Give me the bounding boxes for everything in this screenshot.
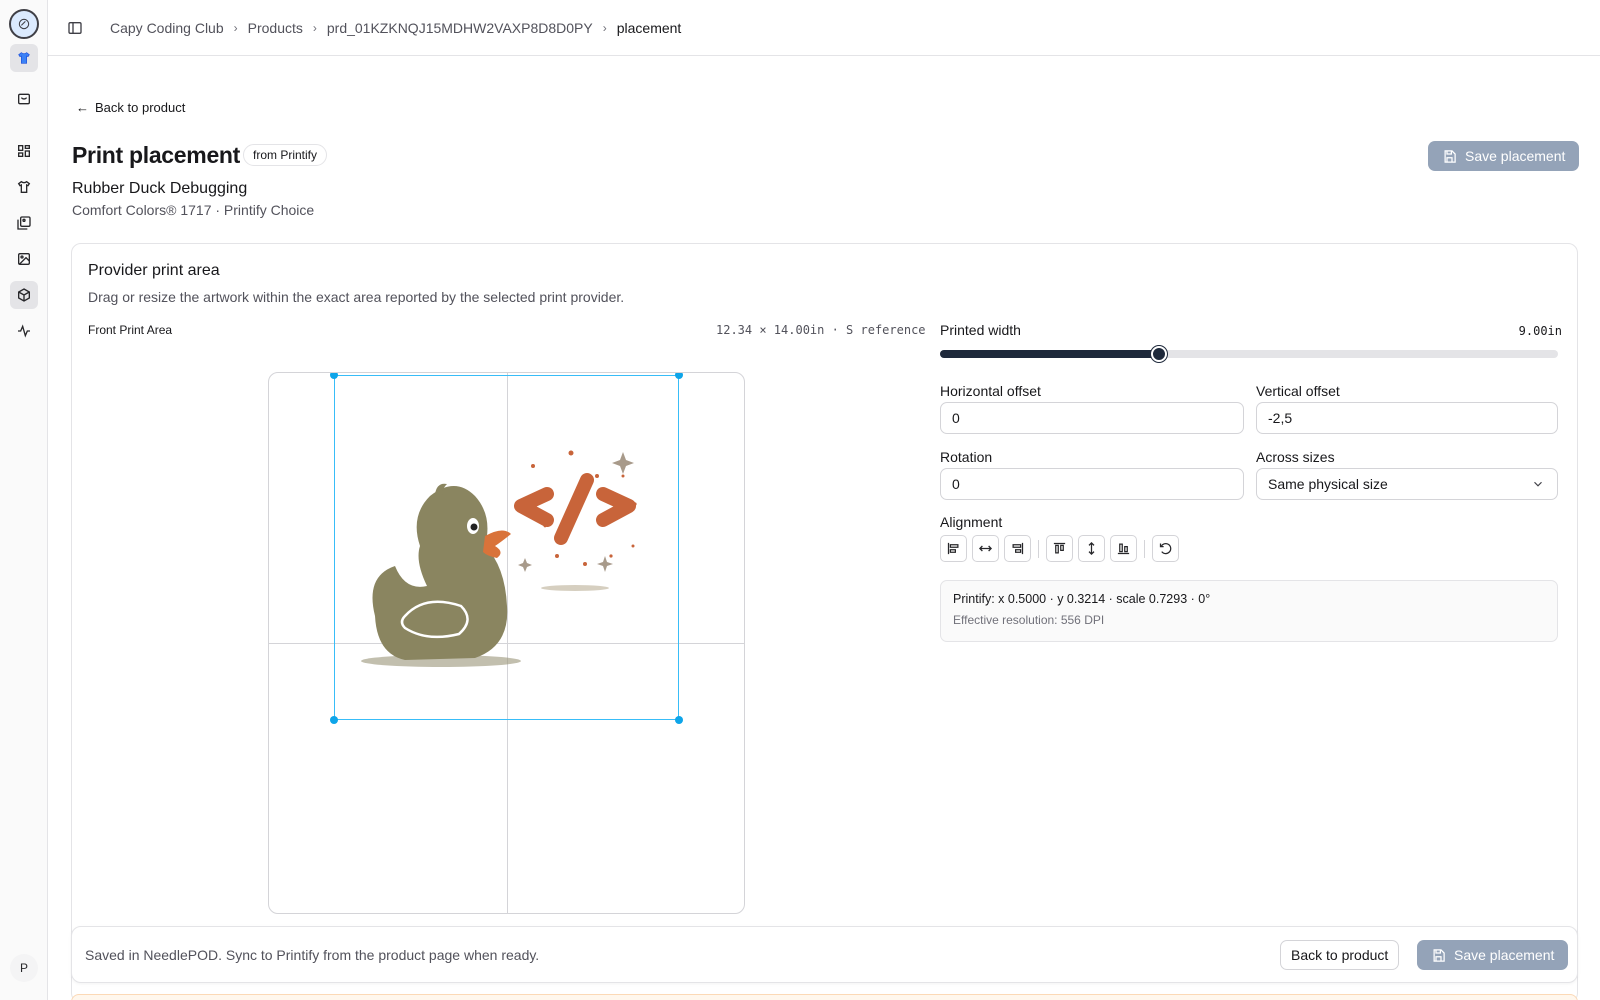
slider-thumb[interactable] (1151, 346, 1167, 362)
warning-banner (71, 994, 1578, 1000)
product-subtitle: Comfort Colors® 1717 · Printify Choice (72, 202, 315, 218)
back-to-product-button[interactable]: Back to product (1280, 940, 1400, 970)
print-area-label: Front Print Area (88, 323, 173, 337)
align-left-icon (947, 542, 959, 555)
card-description: Drag or resize the artwork within the ex… (88, 289, 625, 305)
product-name: Rubber Duck Debugging (72, 180, 248, 197)
align-bottom-button[interactable] (1110, 535, 1137, 562)
printify-coordinates: Printify: x 0.5000 · y 0.3214 · scale 0.… (953, 592, 1211, 606)
align-right-button[interactable] (1004, 535, 1031, 562)
align-bottom-icon (1117, 543, 1130, 555)
app-rail: P (0, 0, 48, 1000)
resize-handle-top-right[interactable] (675, 373, 683, 379)
resize-handle-bottom-left[interactable] (330, 716, 338, 724)
back-to-product-link[interactable]: ← Back to product (76, 100, 185, 115)
breadcrumb: Capy Coding Club › Products › prd_01KZKN… (110, 20, 681, 36)
printed-width-label: Printed width (940, 322, 1021, 338)
save-placement-footer-button[interactable]: Save placement (1417, 940, 1569, 970)
breadcrumb-products[interactable]: Products (248, 20, 303, 36)
alignment-toolbar (940, 535, 1179, 562)
save-placement-footer-label: Save placement (1454, 947, 1555, 963)
align-left-button[interactable] (940, 535, 967, 562)
printed-width-slider[interactable] (940, 346, 1558, 362)
chevron-down-icon (1534, 481, 1542, 487)
dashboard-icon[interactable] (10, 137, 38, 165)
printify-info-box: Printify: x 0.5000 · y 0.3214 · scale 0.… (940, 580, 1558, 642)
breadcrumb-current: placement (616, 19, 682, 36)
center-horizontal-button[interactable] (972, 535, 999, 562)
align-right-icon (1012, 542, 1024, 555)
breadcrumb-product-id[interactable]: prd_01KZKNQJ15MDHW2VAXP8D8D0PY (327, 20, 593, 36)
across-sizes-select[interactable]: Same physical size (1256, 468, 1558, 500)
print-area-card: Provider print area Drag or resize the a… (71, 243, 1578, 1000)
card-title: Provider print area (88, 262, 220, 279)
package-icon[interactable] (10, 281, 38, 309)
effective-resolution: Effective resolution: 556 DPI (953, 613, 1105, 627)
sidebar-toggle-icon[interactable] (64, 17, 86, 39)
across-sizes-label: Across sizes (1256, 449, 1335, 465)
save-placement-label: Save placement (1465, 148, 1566, 164)
save-icon (1444, 149, 1456, 163)
top-header: Capy Coding Club › Products › prd_01KZKN… (48, 0, 1600, 56)
reset-placement-button[interactable] (1152, 535, 1179, 562)
chevron-right-icon: › (602, 20, 607, 35)
toolbar-divider (1038, 539, 1039, 558)
app-logo-icon[interactable] (9, 9, 39, 39)
horizontal-offset-label: Horizontal offset (940, 383, 1041, 399)
source-badge: from Printify (243, 144, 328, 166)
save-placement-button[interactable]: Save placement (1428, 141, 1580, 171)
print-area-dimensions: 12.34 × 14.00in · S reference (716, 323, 926, 337)
vertical-offset-input[interactable]: -2,5 (1256, 402, 1558, 434)
shirt-store-icon[interactable] (10, 44, 38, 72)
chevron-right-icon: › (233, 20, 238, 35)
resize-handle-bottom-right[interactable] (675, 716, 683, 724)
gallery-icon[interactable] (10, 209, 38, 237)
rotate-ccw-icon (1159, 543, 1172, 555)
printed-width-value: 9.00in (1518, 324, 1562, 338)
center-vertical-button[interactable] (1078, 535, 1105, 562)
user-avatar[interactable]: P (10, 954, 38, 982)
slider-fill (940, 350, 1159, 358)
arrows-vertical-icon (1088, 541, 1095, 556)
page-title: Print placement (72, 142, 241, 168)
align-top-icon (1053, 542, 1066, 554)
arrow-left-icon: ← (76, 100, 89, 115)
align-top-button[interactable] (1046, 535, 1073, 562)
artwork-frame[interactable] (330, 373, 683, 724)
products-shirt-icon[interactable] (10, 173, 38, 201)
rotation-label: Rotation (940, 449, 993, 465)
vertical-offset-label: Vertical offset (1256, 383, 1340, 399)
activity-icon[interactable] (10, 317, 38, 345)
breadcrumb-org[interactable]: Capy Coding Club (110, 20, 224, 36)
across-sizes-value: Same physical size (1268, 476, 1388, 492)
alignment-label: Alignment (940, 514, 1003, 530)
back-link-label: Back to product (95, 100, 186, 115)
print-area-canvas[interactable] (268, 372, 745, 914)
chevron-right-icon: › (312, 20, 317, 35)
horizontal-offset-input[interactable]: 0 (940, 402, 1244, 434)
image-icon[interactable] (10, 245, 38, 273)
save-icon (1433, 948, 1445, 962)
rotation-input[interactable]: 0 (940, 468, 1244, 500)
rubber-duck-artwork (361, 450, 637, 667)
arrows-horizontal-icon (978, 545, 993, 552)
sticky-footer-bar: Saved in NeedlePOD. Sync to Printify fro… (71, 926, 1578, 983)
toolbar-divider (1144, 539, 1145, 558)
inbox-icon[interactable] (10, 85, 38, 113)
save-status-message: Saved in NeedlePOD. Sync to Printify fro… (85, 947, 540, 963)
